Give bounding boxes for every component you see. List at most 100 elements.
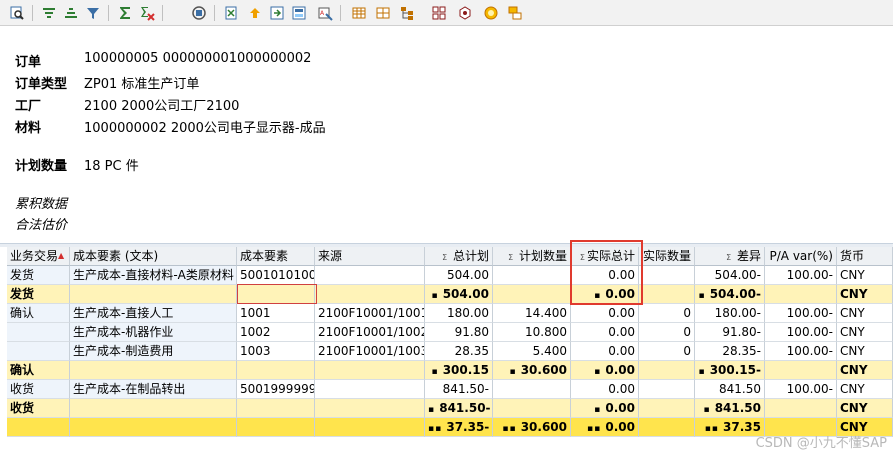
cell-cost-element-text[interactable]: [70, 399, 237, 418]
save-layout-icon[interactable]: [268, 4, 286, 22]
table-row[interactable]: 确认 生产成本-直接人工 1001 2100F10001/1001 180.00 14.4…: [7, 304, 893, 323]
cell-actual-total[interactable]: 0.00: [571, 380, 639, 399]
cell-plan-quantity[interactable]: 10.800: [493, 323, 571, 342]
cell-plan-quantity[interactable]: [493, 399, 571, 418]
cell-origin[interactable]: [315, 361, 425, 380]
cell-currency[interactable]: CNY: [837, 380, 893, 399]
cell-cost-element-text[interactable]: 生产成本-直接人工: [70, 304, 237, 323]
expand-columns-icon[interactable]: [374, 4, 392, 22]
select-layout-icon[interactable]: [290, 4, 308, 22]
cell-cost-element-text[interactable]: 生产成本-机器作业: [70, 323, 237, 342]
cell-actual-total[interactable]: ▪ 0.00: [571, 361, 639, 380]
cell-cost-element[interactable]: 1003: [237, 342, 315, 361]
cell-pa-variance[interactable]: 100.00-: [765, 342, 837, 361]
cell-total-plan[interactable]: 91.80: [425, 323, 493, 342]
cell-business-transaction[interactable]: 确认: [7, 361, 70, 380]
cell-total-plan[interactable]: ▪▪ 37.35-: [425, 418, 493, 437]
sum-icon[interactable]: [116, 4, 134, 22]
cell-total-plan[interactable]: ▪ 300.15: [425, 361, 493, 380]
exchange-rate-icon[interactable]: [482, 4, 500, 22]
cell-total-plan[interactable]: 28.35: [425, 342, 493, 361]
cell-cost-element[interactable]: [237, 399, 315, 418]
cell-variance[interactable]: 180.00-: [695, 304, 765, 323]
cell-variance[interactable]: ▪ 504.00-: [695, 285, 765, 304]
cell-actual-total[interactable]: ▪▪ 0.00: [571, 418, 639, 437]
cell-cost-element[interactable]: [237, 418, 315, 437]
cell-origin[interactable]: [315, 418, 425, 437]
cell-currency[interactable]: CNY: [837, 342, 893, 361]
print-preview-icon[interactable]: [190, 4, 208, 22]
cell-pa-variance[interactable]: 100.00-: [765, 266, 837, 285]
cell-cost-element[interactable]: 5001010100: [237, 266, 315, 285]
col-header-cost-element-text[interactable]: 成本要素 (文本): [70, 247, 237, 266]
col-header-actual-total[interactable]: Σ 实际总计: [571, 247, 639, 266]
cell-business-transaction[interactable]: 收货: [7, 380, 70, 399]
cell-pa-variance[interactable]: [765, 285, 837, 304]
col-header-currency[interactable]: 货币: [837, 247, 893, 266]
cell-actual-quantity[interactable]: 0: [639, 323, 695, 342]
cell-plan-quantity[interactable]: 14.400: [493, 304, 571, 323]
cell-variance[interactable]: ▪▪ 37.35: [695, 418, 765, 437]
cell-actual-quantity[interactable]: 0: [639, 304, 695, 323]
cell-origin[interactable]: [315, 380, 425, 399]
cell-business-transaction[interactable]: 确认: [7, 304, 70, 323]
table-row[interactable]: 收货 生产成本-在制品转出 5001999999 841.50- 0.00 841.50 1…: [7, 380, 893, 399]
hierarchy-icon[interactable]: [398, 4, 416, 22]
cell-cost-element-text[interactable]: 生产成本-制造费用: [70, 342, 237, 361]
table-row[interactable]: 发货 生产成本-直接材料-A类原材料 5001010100 504.00 0.00 504…: [7, 266, 893, 285]
col-header-pa-variance[interactable]: P/A var(%): [765, 247, 837, 266]
detail-view-icon[interactable]: [8, 4, 26, 22]
export-spreadsheet-icon[interactable]: [222, 4, 240, 22]
cell-currency[interactable]: CNY: [837, 285, 893, 304]
cell-pa-variance[interactable]: [765, 361, 837, 380]
cell-actual-total[interactable]: 0.00: [571, 266, 639, 285]
col-header-cost-element[interactable]: 成本要素: [237, 247, 315, 266]
cell-variance[interactable]: 91.80-: [695, 323, 765, 342]
filter-icon[interactable]: [84, 4, 102, 22]
cell-cost-element-text[interactable]: [70, 285, 237, 304]
cell-actual-total[interactable]: ▪ 0.00: [571, 285, 639, 304]
cell-origin[interactable]: 2100F10001/1001: [315, 304, 425, 323]
cell-actual-quantity[interactable]: 0: [639, 342, 695, 361]
cost-structure-icon[interactable]: [430, 4, 448, 22]
cell-business-transaction[interactable]: 发货: [7, 266, 70, 285]
cell-total-plan[interactable]: ▪ 504.00: [425, 285, 493, 304]
cell-currency[interactable]: CNY: [837, 304, 893, 323]
col-header-plan-quantity[interactable]: Σ 计划数量: [493, 247, 571, 266]
cell-actual-total[interactable]: 0.00: [571, 304, 639, 323]
cell-cost-element[interactable]: 1001: [237, 304, 315, 323]
cell-plan-quantity[interactable]: [493, 380, 571, 399]
cell-business-transaction[interactable]: 发货: [7, 285, 70, 304]
subtotal-row[interactable]: 收货 ▪ 841.50- ▪ 0.00 ▪ 841.50 CNY: [7, 399, 893, 418]
cell-pa-variance[interactable]: [765, 399, 837, 418]
cell-variance[interactable]: ▪ 841.50: [695, 399, 765, 418]
cell-business-transaction[interactable]: 收货: [7, 399, 70, 418]
col-header-business-transaction[interactable]: 业务交易▲: [7, 247, 70, 266]
cell-business-transaction[interactable]: [7, 418, 70, 437]
cell-actual-quantity[interactable]: [639, 380, 695, 399]
subtotal-row[interactable]: 发货 ▪ 504.00 ▪ 0.00 ▪ 504.00- CNY: [7, 285, 893, 304]
change-layout-icon[interactable]: [246, 4, 264, 22]
cell-variance[interactable]: 841.50: [695, 380, 765, 399]
cell-actual-quantity[interactable]: [639, 399, 695, 418]
table-row[interactable]: 生产成本-机器作业 1002 2100F10001/1002 91.80 10.800 0…: [7, 323, 893, 342]
subtotal-row[interactable]: 确认 ▪ 300.15 ▪ 30.600 ▪ 0.00 ▪ 300.15- CNY: [7, 361, 893, 380]
cell-origin[interactable]: [315, 266, 425, 285]
cell-actual-total[interactable]: 0.00: [571, 323, 639, 342]
cell-total-plan[interactable]: ▪ 841.50-: [425, 399, 493, 418]
col-header-origin[interactable]: 来源: [315, 247, 425, 266]
cell-cost-element-text[interactable]: 生产成本-直接材料-A类原材料: [70, 266, 237, 285]
cell-variance[interactable]: 28.35-: [695, 342, 765, 361]
cell-cost-element[interactable]: 1002: [237, 323, 315, 342]
col-header-actual-quantity[interactable]: 实际数量: [639, 247, 695, 266]
cell-actual-quantity[interactable]: [639, 266, 695, 285]
cell-plan-quantity[interactable]: [493, 266, 571, 285]
cell-plan-quantity[interactable]: ▪▪ 30.600: [493, 418, 571, 437]
table-view-icon[interactable]: [350, 4, 368, 22]
cell-actual-quantity[interactable]: [639, 418, 695, 437]
cell-variance[interactable]: ▪ 300.15-: [695, 361, 765, 380]
cell-origin[interactable]: [315, 399, 425, 418]
cell-currency[interactable]: CNY: [837, 266, 893, 285]
cell-currency[interactable]: CNY: [837, 399, 893, 418]
cell-total-plan[interactable]: 841.50-: [425, 380, 493, 399]
